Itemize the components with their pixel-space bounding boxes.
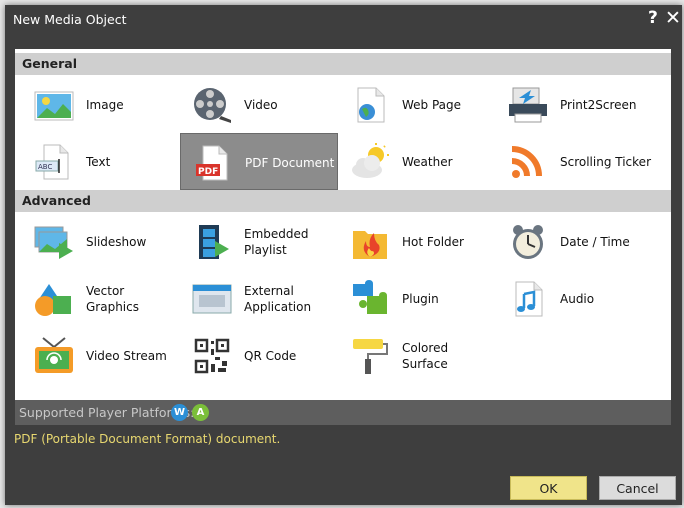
film-reel-icon (194, 88, 231, 123)
item-text[interactable]: ABC Text (22, 133, 180, 190)
item-label: Colored Surface (402, 340, 449, 371)
music-note-icon (515, 281, 543, 317)
item-web-page[interactable]: Web Page (338, 76, 496, 133)
item-label: QR Code (244, 348, 297, 363)
rss-icon (511, 146, 542, 178)
supported-platforms-bar: Supported Player Platforms: W A (15, 400, 671, 425)
item-colored-surface[interactable]: Colored Surface (338, 327, 496, 384)
windows-platform-badge: W (171, 404, 188, 421)
item-video[interactable]: Video (180, 76, 338, 133)
item-image[interactable]: Image (22, 76, 180, 133)
cancel-button[interactable]: Cancel (599, 476, 676, 500)
help-icon[interactable]: ? (648, 8, 658, 28)
section-general-header: General (15, 53, 671, 75)
item-label: Video Stream (86, 348, 167, 363)
item-audio[interactable]: Audio (496, 270, 654, 327)
item-slideshow[interactable]: Slideshow (22, 213, 180, 270)
item-label: Date / Time (560, 234, 630, 249)
item-label: Slideshow (86, 234, 147, 249)
dialog-title: New Media Object (13, 12, 127, 27)
item-label: Text (86, 154, 111, 169)
image-icon (34, 91, 74, 121)
item-print2screen[interactable]: Print2Screen (496, 76, 654, 133)
puzzle-icon (353, 280, 387, 314)
item-weather[interactable]: Weather (338, 133, 496, 190)
web-page-icon (357, 87, 385, 123)
item-scrolling-ticker[interactable]: Scrolling Ticker (496, 133, 654, 190)
svg-text:ABC: ABC (38, 163, 52, 171)
item-plugin[interactable]: Plugin (338, 270, 496, 327)
hot-folder-icon (353, 231, 387, 259)
item-pdf-document[interactable]: PDF PDF Document (180, 133, 338, 190)
qr-code-icon (194, 338, 230, 374)
item-external-application[interactable]: External Application (180, 270, 338, 327)
item-video-stream[interactable]: Video Stream (22, 327, 180, 384)
weather-icon (352, 143, 389, 178)
supported-platforms-label: Supported Player Platforms: (19, 405, 195, 420)
item-label: Embedded Playlist (244, 226, 309, 257)
ok-button[interactable]: OK (510, 476, 587, 500)
item-hot-folder[interactable]: Hot Folder (338, 213, 496, 270)
item-label: Print2Screen (560, 97, 637, 112)
item-embedded-playlist[interactable]: Embedded Playlist (180, 213, 338, 270)
item-description: PDF (Portable Document Format) document. (14, 432, 281, 446)
new-media-object-dialog: New Media Object ? ✕ General Image Video… (5, 5, 682, 505)
item-label: Vector Graphics (86, 283, 139, 314)
item-label: Web Page (402, 97, 462, 112)
item-label: PDF Document (245, 155, 335, 170)
alarm-clock-icon (513, 225, 543, 259)
item-label: Weather (402, 154, 453, 169)
item-label: Plugin (402, 291, 439, 306)
title-bar: New Media Object ? ✕ (5, 5, 682, 35)
item-label: External Application (244, 283, 312, 314)
item-date-time[interactable]: Date / Time (496, 213, 654, 270)
section-advanced-header: Advanced (15, 190, 671, 212)
item-label: Audio (560, 291, 595, 306)
application-window-icon (192, 284, 232, 314)
item-label: Video (244, 97, 278, 112)
svg-text:PDF: PDF (198, 167, 218, 177)
shapes-icon (35, 284, 71, 316)
pdf-icon: PDF (196, 145, 228, 181)
item-label: Image (86, 97, 124, 112)
text-document-icon: ABC (35, 144, 69, 180)
item-label: Hot Folder (402, 234, 464, 249)
close-icon[interactable]: ✕ (665, 7, 681, 29)
playlist-icon (199, 225, 229, 259)
slideshow-icon (34, 226, 73, 259)
tv-antenna-icon (35, 337, 73, 373)
item-qr-code[interactable]: QR Code (180, 327, 338, 384)
printer-icon (509, 87, 547, 123)
android-platform-badge: A (192, 404, 209, 421)
media-type-panel: General Image Video Web Page Print2Scree… (15, 49, 671, 400)
paint-roller-icon (353, 339, 388, 374)
item-label: Scrolling Ticker (560, 154, 651, 169)
item-vector-graphics[interactable]: Vector Graphics (22, 270, 180, 327)
